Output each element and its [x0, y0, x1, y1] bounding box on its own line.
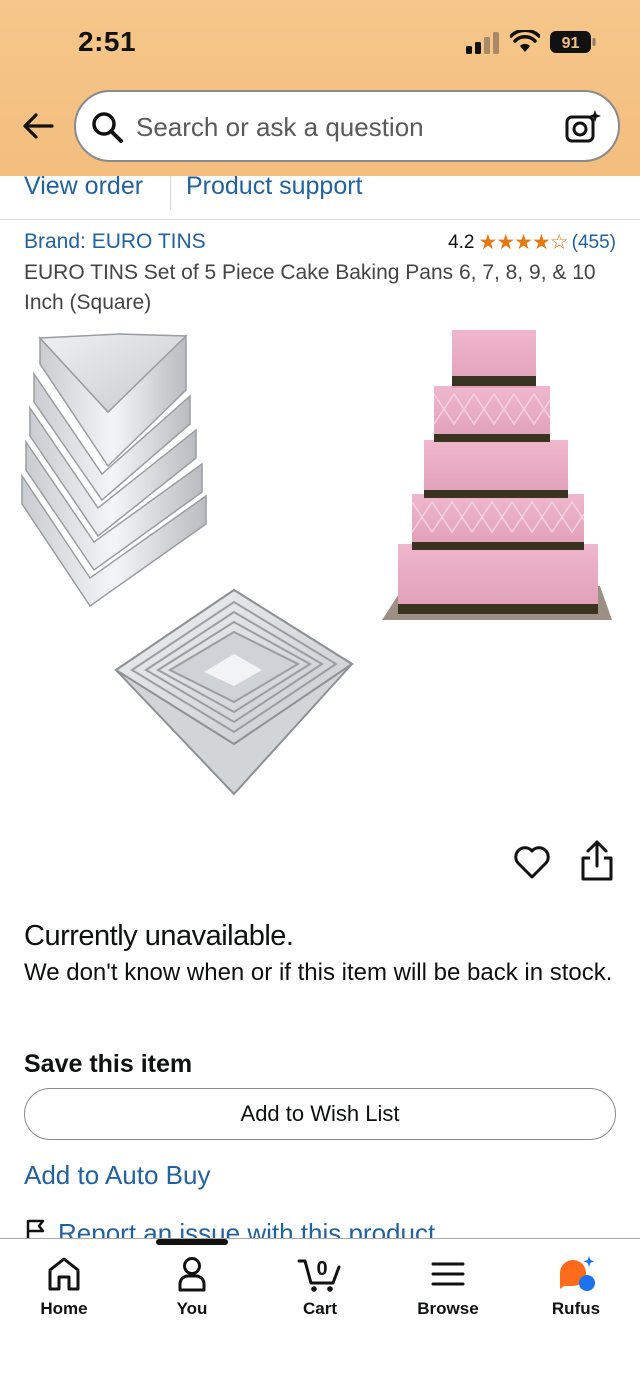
product-title: EURO TINS Set of 5 Piece Cake Baking Pan…	[24, 261, 596, 314]
report-issue-label[interactable]: Report an issue with this product	[58, 1218, 435, 1240]
nested-tins-illustration	[114, 588, 354, 796]
rating-value: 4.2	[448, 231, 475, 253]
product-image[interactable]	[0, 324, 640, 814]
review-count[interactable]: (455)	[572, 232, 616, 254]
nav-rufus-label: Rufus	[551, 1299, 601, 1318]
availability-message: We don't know when or if this item will …	[24, 959, 613, 986]
rating-summary[interactable]: 4.2 ★★★★☆ (455)	[448, 230, 616, 255]
person-icon	[178, 1257, 206, 1292]
brand-link[interactable]: Brand: EURO TINS	[24, 230, 206, 254]
nav-home[interactable]: Home	[9, 1255, 119, 1335]
search-icon	[92, 112, 123, 143]
order-links-bar: View order Product support	[0, 172, 640, 220]
nav-cart-label: Cart	[302, 1299, 337, 1318]
availability-status: Currently unavailable.	[24, 920, 294, 952]
tiered-cake-illustration	[382, 330, 612, 620]
status-bar: 2:51 91	[0, 0, 640, 86]
bottom-navigation: Home You 0 Cart Browse Rufus	[0, 1238, 640, 1386]
heart-icon[interactable]	[512, 842, 552, 882]
add-to-wish-list-button[interactable]: Add to Wish List	[24, 1088, 616, 1140]
cart-icon: 0	[297, 1258, 341, 1292]
view-order-link[interactable]: View order	[24, 172, 143, 201]
search-bar[interactable]	[74, 90, 620, 162]
star-rating-icon: ★★★★☆	[478, 231, 569, 254]
cart-count-badge: 0	[316, 1258, 327, 1280]
nav-browse-label: Browse	[417, 1299, 479, 1318]
battery-icon: 91	[550, 31, 596, 53]
flag-icon	[26, 1219, 45, 1240]
divider	[170, 176, 171, 210]
nav-browse[interactable]: Browse	[393, 1255, 503, 1335]
report-issue-link[interactable]: Report an issue with this product	[24, 1218, 435, 1240]
svg-text:91: 91	[562, 35, 580, 52]
camera-search-icon[interactable]	[564, 108, 602, 146]
search-input[interactable]	[136, 106, 536, 148]
nav-you[interactable]: You	[137, 1255, 247, 1335]
header: 2:51 91	[0, 0, 640, 176]
share-icon[interactable]	[578, 840, 616, 882]
nav-rufus[interactable]: Rufus	[521, 1255, 631, 1335]
nav-cart[interactable]: 0 Cart	[265, 1255, 375, 1335]
home-icon	[48, 1257, 80, 1291]
nav-you-label: You	[176, 1299, 208, 1318]
save-item-heading: Save this item	[24, 1050, 193, 1078]
status-time: 2:51	[78, 26, 137, 57]
wifi-icon	[510, 30, 540, 52]
home-indicator	[156, 1239, 228, 1245]
nav-home-label: Home	[40, 1299, 88, 1318]
cellular-signal-icon	[466, 32, 499, 54]
product-support-link[interactable]: Product support	[186, 172, 363, 201]
stacked-tins-illustration	[21, 333, 207, 608]
add-to-auto-buy-link[interactable]: Add to Auto Buy	[24, 1160, 210, 1191]
back-arrow-icon[interactable]	[20, 108, 56, 144]
menu-icon	[431, 1262, 465, 1286]
rufus-icon	[560, 1256, 595, 1291]
